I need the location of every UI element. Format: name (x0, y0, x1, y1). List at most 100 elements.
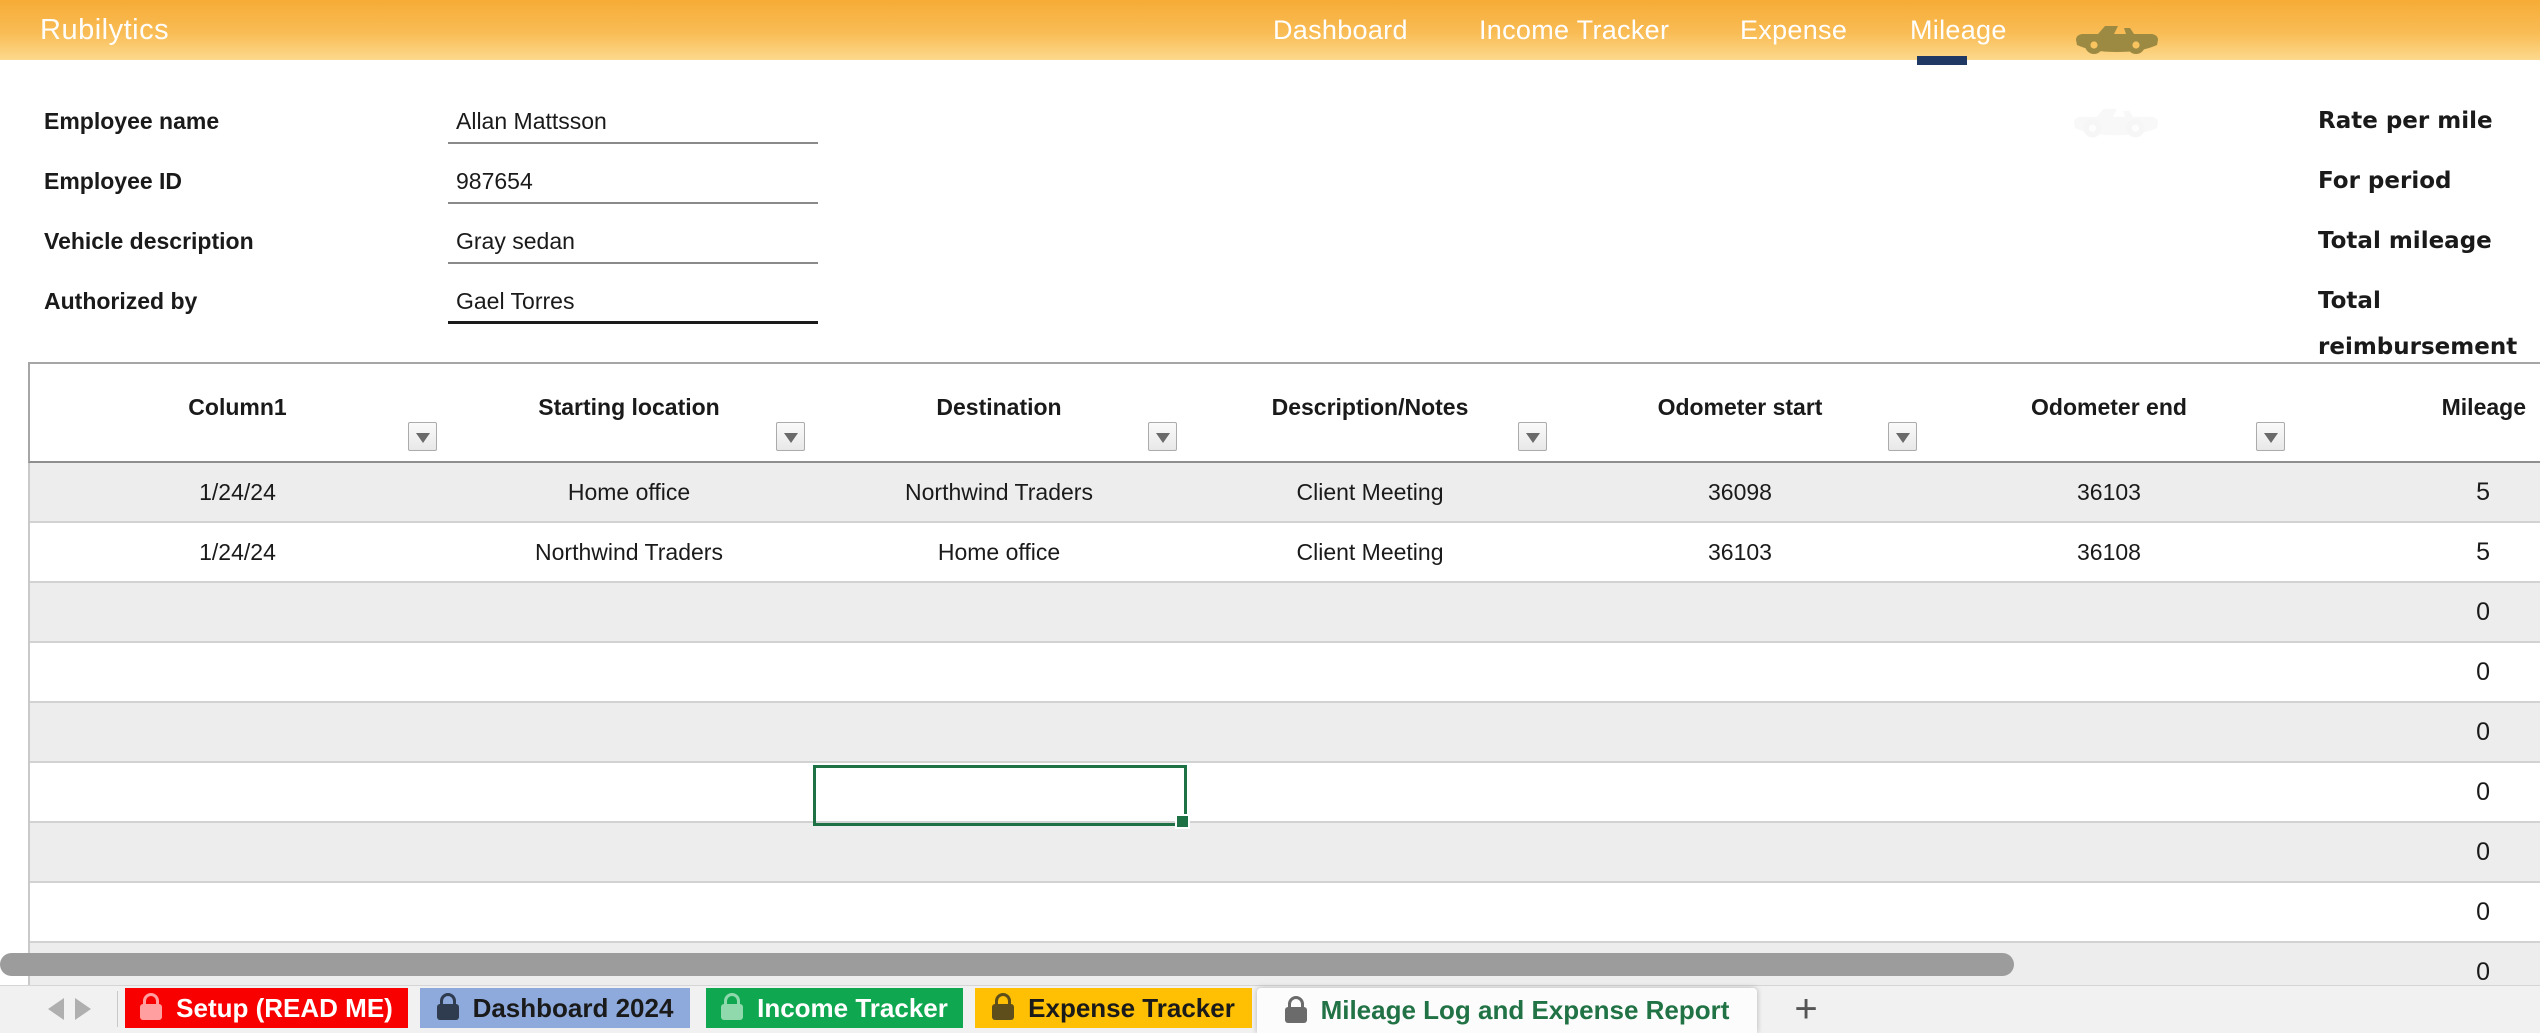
summary-label-for-period: For period (2318, 158, 2452, 204)
table-cell[interactable] (1555, 703, 1925, 761)
table-cell[interactable]: 36103 (1555, 523, 1925, 581)
table-cell[interactable]: Client Meeting (1185, 523, 1555, 581)
brand-logo: Rubilytics (40, 0, 169, 60)
table-row: 0 (30, 583, 2540, 643)
lock-icon (437, 1004, 459, 1020)
table-cell[interactable] (1555, 643, 1925, 701)
table-cell[interactable]: 0 (2293, 643, 2538, 701)
app-header: Rubilytics Dashboard Income Tracker Expe… (0, 0, 2540, 60)
nav-item-mileage[interactable]: Mileage (1910, 0, 2007, 60)
table-cell[interactable]: 5 (2293, 463, 2538, 521)
table-cell[interactable] (813, 823, 1185, 881)
lock-icon (140, 1004, 162, 1020)
column-header-odometer-start: Odometer start (1555, 364, 1925, 461)
table-cell[interactable] (813, 643, 1185, 701)
table-cell[interactable] (1925, 763, 2293, 821)
chevron-down-icon (2264, 433, 2278, 443)
horizontal-scrollbar-thumb[interactable] (0, 953, 2014, 976)
table-cell[interactable] (445, 823, 813, 881)
table-cell[interactable] (30, 823, 445, 881)
sheet-tab-dashboard-2024[interactable]: Dashboard 2024 (420, 988, 690, 1028)
filter-button[interactable] (2256, 422, 2285, 451)
table-cell[interactable] (813, 883, 1185, 941)
car-icon (2074, 18, 2160, 56)
table-cell[interactable]: 36108 (1925, 523, 2293, 581)
filter-button[interactable] (1148, 422, 1177, 451)
table-cell[interactable] (30, 763, 445, 821)
table-cell[interactable]: 36098 (1555, 463, 1925, 521)
table-cell[interactable] (1925, 583, 2293, 641)
filter-button[interactable] (408, 422, 437, 451)
sheet-tab-expense-tracker[interactable]: Expense Tracker (975, 988, 1252, 1028)
selected-cell (813, 765, 1187, 826)
table-cell[interactable]: Home office (445, 463, 813, 521)
table-row: 0 (30, 643, 2540, 703)
table-cell[interactable] (445, 583, 813, 641)
table-cell[interactable]: Northwind Traders (445, 523, 813, 581)
table-cell[interactable] (445, 703, 813, 761)
nav-item-expense[interactable]: Expense (1740, 0, 1847, 60)
table-cell[interactable] (1925, 703, 2293, 761)
sheet-tab-mileage-log-active[interactable]: Mileage Log and Expense Report (1257, 988, 1757, 1033)
table-cell[interactable] (1555, 583, 1925, 641)
table-cell[interactable]: Client Meeting (1185, 463, 1555, 521)
add-sheet-button[interactable]: + (1778, 988, 1834, 1030)
nav-item-dashboard[interactable]: Dashboard (1273, 0, 1408, 60)
table-cell[interactable] (1185, 763, 1555, 821)
table-cell[interactable] (1925, 643, 2293, 701)
active-nav-underline (1917, 56, 1967, 65)
table-cell[interactable] (30, 583, 445, 641)
filter-button[interactable] (1888, 422, 1917, 451)
column-header-column1: Column1 (30, 364, 445, 461)
table-row: 0 (30, 703, 2540, 763)
table-cell[interactable]: 0 (2293, 763, 2538, 821)
table-row: 0 (30, 883, 2540, 943)
table-row: 1/24/24Home officeNorthwind TradersClien… (30, 463, 2540, 523)
table-cell[interactable] (1925, 823, 2293, 881)
table-cell[interactable]: 36103 (1925, 463, 2293, 521)
table-cell[interactable] (813, 703, 1185, 761)
filter-button[interactable] (776, 422, 805, 451)
table-cell[interactable] (1185, 643, 1555, 701)
table-cell[interactable] (30, 883, 445, 941)
table-cell[interactable]: 0 (2293, 823, 2538, 881)
table-cell[interactable] (1185, 583, 1555, 641)
table-cell[interactable] (1555, 823, 1925, 881)
chevron-down-icon (784, 433, 798, 443)
sheet-tab-label: Expense Tracker (1028, 993, 1235, 1024)
lock-icon (1285, 1007, 1307, 1023)
nav-item-income-tracker[interactable]: Income Tracker (1479, 0, 1669, 60)
sheet-tab-bar: Setup (READ ME) Dashboard 2024 Income Tr… (0, 985, 2540, 1033)
table-cell[interactable]: 5 (2293, 523, 2538, 581)
sheet-nav-right-arrow[interactable] (75, 998, 91, 1020)
table-cell[interactable]: 0 (2293, 583, 2538, 641)
table-cell[interactable] (1185, 883, 1555, 941)
table-cell[interactable] (813, 583, 1185, 641)
filter-button[interactable] (1518, 422, 1547, 451)
lock-icon (721, 1004, 743, 1020)
table-cell[interactable]: Home office (813, 523, 1185, 581)
table-cell[interactable] (445, 763, 813, 821)
table-row: 0 (30, 763, 2540, 823)
table-cell[interactable]: 1/24/24 (30, 463, 445, 521)
table-cell[interactable] (1185, 823, 1555, 881)
table-cell[interactable] (1555, 763, 1925, 821)
sheet-tab-income-tracker[interactable]: Income Tracker (706, 988, 963, 1028)
table-cell[interactable]: 0 (2293, 883, 2538, 941)
table-cell[interactable] (30, 703, 445, 761)
table-cell[interactable] (30, 643, 445, 701)
table-cell[interactable]: Northwind Traders (813, 463, 1185, 521)
chevron-down-icon (1156, 433, 1170, 443)
sheet-nav-left-arrow[interactable] (48, 998, 64, 1020)
table-body: 1/24/24Home officeNorthwind TradersClien… (28, 463, 2540, 1003)
table-cell[interactable] (1185, 703, 1555, 761)
sheet-tab-setup[interactable]: Setup (READ ME) (125, 988, 408, 1028)
table-cell[interactable]: 0 (2293, 703, 2538, 761)
table-cell[interactable] (1555, 883, 1925, 941)
fill-handle[interactable] (1175, 814, 1190, 829)
table-cell[interactable]: 1/24/24 (30, 523, 445, 581)
table-cell[interactable] (1925, 883, 2293, 941)
table-cell[interactable] (445, 643, 813, 701)
table-cell[interactable] (445, 883, 813, 941)
table-row: 0 (30, 823, 2540, 883)
